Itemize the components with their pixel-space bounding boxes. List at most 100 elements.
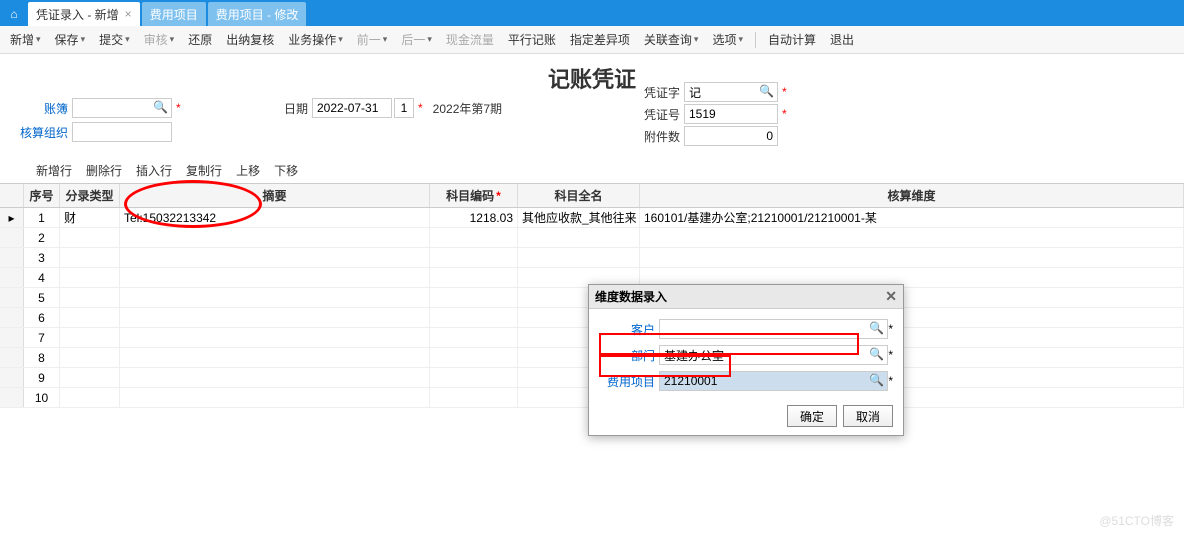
tb-diff[interactable]: 指定差异项	[564, 29, 636, 51]
tab-fee-item-edit[interactable]: 费用项目 - 修改	[208, 2, 307, 26]
tb-submit[interactable]: 提交▾	[93, 29, 136, 51]
cust-input[interactable]	[659, 319, 888, 339]
cell-dim[interactable]	[640, 228, 1184, 247]
cell-summary[interactable]	[120, 288, 430, 307]
cell-type[interactable]	[60, 228, 120, 247]
cell-code[interactable]	[430, 308, 518, 327]
gt-ins[interactable]: 插入行	[136, 162, 172, 179]
org-label[interactable]: 核算组织	[20, 124, 68, 141]
tb-prev[interactable]: 前一▾	[351, 29, 394, 51]
cell-code[interactable]	[430, 368, 518, 387]
org-input[interactable]	[72, 122, 172, 142]
row-marker	[0, 268, 24, 287]
cell-summary[interactable]	[120, 268, 430, 287]
cell-code[interactable]	[430, 228, 518, 247]
cell-summary[interactable]	[120, 228, 430, 247]
cell-type[interactable]: 财	[60, 208, 120, 227]
cell-idx: 4	[24, 268, 60, 287]
tb-next[interactable]: 后一▾	[395, 29, 438, 51]
separator	[755, 32, 756, 48]
cell-dim[interactable]: 160101/基建办公室;21210001/21210001-某	[640, 208, 1184, 227]
toolbar: 新增▾ 保存▾ 提交▾ 审核▾ 还原 出纳复核 业务操作▾ 前一▾ 后一▾ 现金…	[0, 26, 1184, 54]
tab-fee-item[interactable]: 费用项目	[142, 2, 206, 26]
vnum-input[interactable]	[684, 104, 778, 124]
cell-summary[interactable]	[120, 248, 430, 267]
tb-save[interactable]: 保存▾	[49, 29, 92, 51]
gt-down[interactable]: 下移	[274, 162, 298, 179]
book-input[interactable]	[72, 98, 172, 118]
tb-cash[interactable]: 现金流量	[440, 29, 500, 51]
cell-summary[interactable]	[120, 348, 430, 367]
gt-copy[interactable]: 复制行	[186, 162, 222, 179]
cell-type[interactable]	[60, 348, 120, 367]
tb-travel[interactable]: 出纳复核	[220, 29, 280, 51]
cell-code[interactable]	[430, 248, 518, 267]
cell-type[interactable]	[60, 308, 120, 327]
cell-summary[interactable]	[120, 328, 430, 347]
tb-option[interactable]: 选项▾	[706, 29, 749, 51]
cell-name[interactable]	[518, 248, 640, 267]
cell-idx: 9	[24, 368, 60, 387]
cell-code[interactable]	[430, 288, 518, 307]
gt-up[interactable]: 上移	[236, 162, 260, 179]
cell-summary[interactable]	[120, 308, 430, 327]
tab-voucher-new[interactable]: 凭证录入 - 新增×	[28, 2, 140, 26]
dept-input[interactable]	[659, 345, 888, 365]
date-picker-button[interactable]: 1	[394, 98, 414, 118]
vnum-label: 凭证号	[632, 106, 680, 123]
form-area: 账簿 🔍 * 核算组织 日期 1 * 2022年第7期 凭证字 🔍 * 凭证号 …	[0, 98, 1184, 158]
date-label: 日期	[260, 100, 308, 117]
tb-restore[interactable]: 还原	[182, 29, 218, 51]
cell-type[interactable]	[60, 328, 120, 347]
cell-summary[interactable]: Tel:15032213342	[120, 208, 430, 227]
cancel-button[interactable]: 取消	[843, 405, 893, 427]
table-row[interactable]: 3	[0, 248, 1184, 268]
gt-add[interactable]: 新增行	[36, 162, 72, 179]
cell-idx: 7	[24, 328, 60, 347]
tb-relq[interactable]: 关联查询▾	[638, 29, 705, 51]
cell-type[interactable]	[60, 268, 120, 287]
cell-summary[interactable]	[120, 388, 430, 407]
gt-del[interactable]: 删除行	[86, 162, 122, 179]
home-tab[interactable]: ⌂	[2, 2, 26, 26]
attach-input[interactable]	[684, 126, 778, 146]
tb-audit[interactable]: 审核▾	[138, 29, 181, 51]
tb-new[interactable]: 新增▾	[4, 29, 47, 51]
table-row[interactable]: ▸1财Tel:150322133421218.03其他应收款_其他往来16010…	[0, 208, 1184, 228]
required-icon: *	[888, 348, 893, 362]
cell-dim[interactable]	[640, 248, 1184, 267]
close-icon[interactable]: ×	[125, 7, 132, 21]
date-input[interactable]	[312, 98, 392, 118]
cell-name[interactable]	[518, 228, 640, 247]
tb-biz[interactable]: 业务操作▾	[282, 29, 349, 51]
vword-input[interactable]	[684, 82, 778, 102]
tb-parallel[interactable]: 平行记账	[502, 29, 562, 51]
cell-code[interactable]	[430, 388, 518, 407]
table-row[interactable]: 2	[0, 228, 1184, 248]
book-label[interactable]: 账簿	[20, 100, 68, 117]
cell-code[interactable]: 1218.03	[430, 208, 518, 227]
row-marker	[0, 228, 24, 247]
caret-icon: ▾	[125, 34, 130, 45]
dept-label[interactable]: 部门	[599, 347, 655, 364]
cell-code[interactable]	[430, 348, 518, 367]
top-tab-bar: ⌂ 凭证录入 - 新增× 费用项目 费用项目 - 修改	[0, 0, 1184, 26]
cell-type[interactable]	[60, 288, 120, 307]
cell-code[interactable]	[430, 328, 518, 347]
ok-button[interactable]: 确定	[787, 405, 837, 427]
cell-code[interactable]	[430, 268, 518, 287]
fee-input[interactable]	[659, 371, 888, 391]
cust-label[interactable]: 客户	[599, 321, 655, 338]
attach-label: 附件数	[632, 128, 680, 145]
tb-exit[interactable]: 退出	[824, 29, 860, 51]
cell-type[interactable]	[60, 248, 120, 267]
fee-label[interactable]: 费用项目	[599, 373, 655, 390]
tb-auto[interactable]: 自动计算	[762, 29, 822, 51]
cell-summary[interactable]	[120, 368, 430, 387]
cell-type[interactable]	[60, 368, 120, 387]
dialog-title-bar[interactable]: 维度数据录入 ✕	[589, 285, 903, 309]
cell-name[interactable]: 其他应收款_其他往来	[518, 208, 640, 227]
close-icon[interactable]: ✕	[885, 288, 897, 305]
cell-type[interactable]	[60, 388, 120, 407]
caret-icon: ▾	[694, 34, 699, 45]
